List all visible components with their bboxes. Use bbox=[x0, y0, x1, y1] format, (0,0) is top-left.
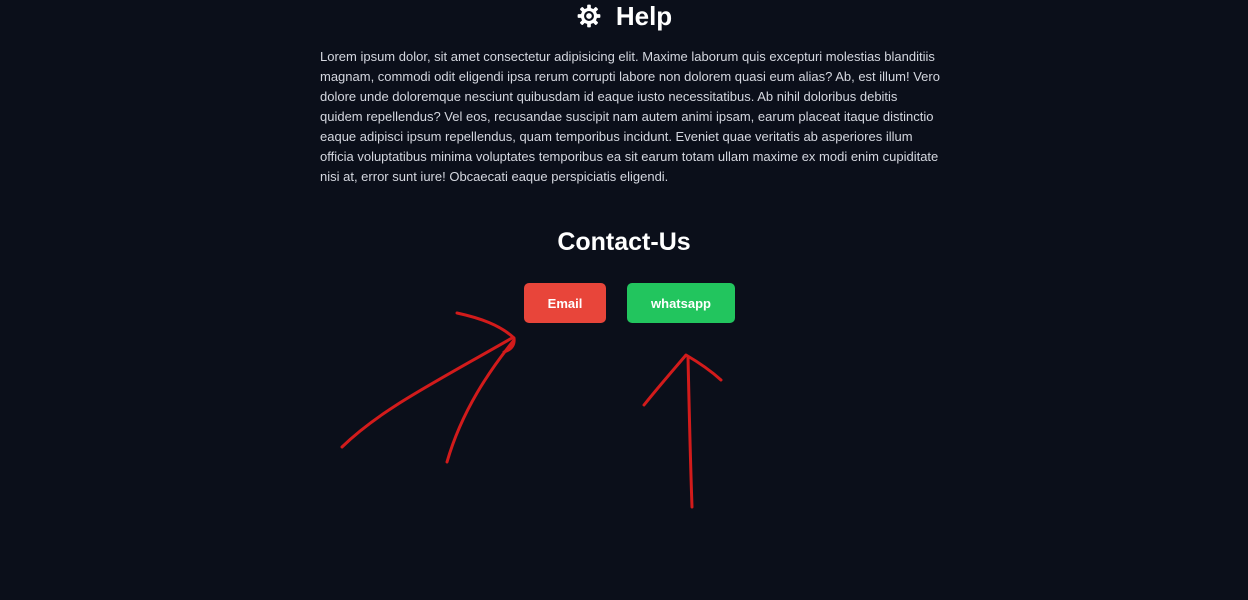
arrow-to-email-shaft bbox=[340, 336, 514, 449]
gear-icon bbox=[577, 4, 601, 28]
help-title: Help bbox=[615, 1, 673, 31]
arrow-to-whatsapp-head bbox=[642, 353, 723, 407]
email-button[interactable]: Email bbox=[524, 283, 606, 323]
help-description: Lorem ipsum dolor, sit amet consectetur … bbox=[320, 49, 940, 184]
help-header: Help bbox=[0, 0, 1248, 32]
whatsapp-button[interactable]: whatsapp bbox=[627, 283, 735, 323]
arrow-to-email-head-upper bbox=[455, 311, 516, 354]
arrow-to-email-head-lower bbox=[445, 338, 516, 464]
contact-us-title: Contact-Us bbox=[557, 228, 691, 256]
arrow-to-whatsapp-shaft bbox=[686, 355, 694, 509]
help-page: Help Lorem ipsum dolor, sit amet consect… bbox=[0, 0, 1248, 600]
